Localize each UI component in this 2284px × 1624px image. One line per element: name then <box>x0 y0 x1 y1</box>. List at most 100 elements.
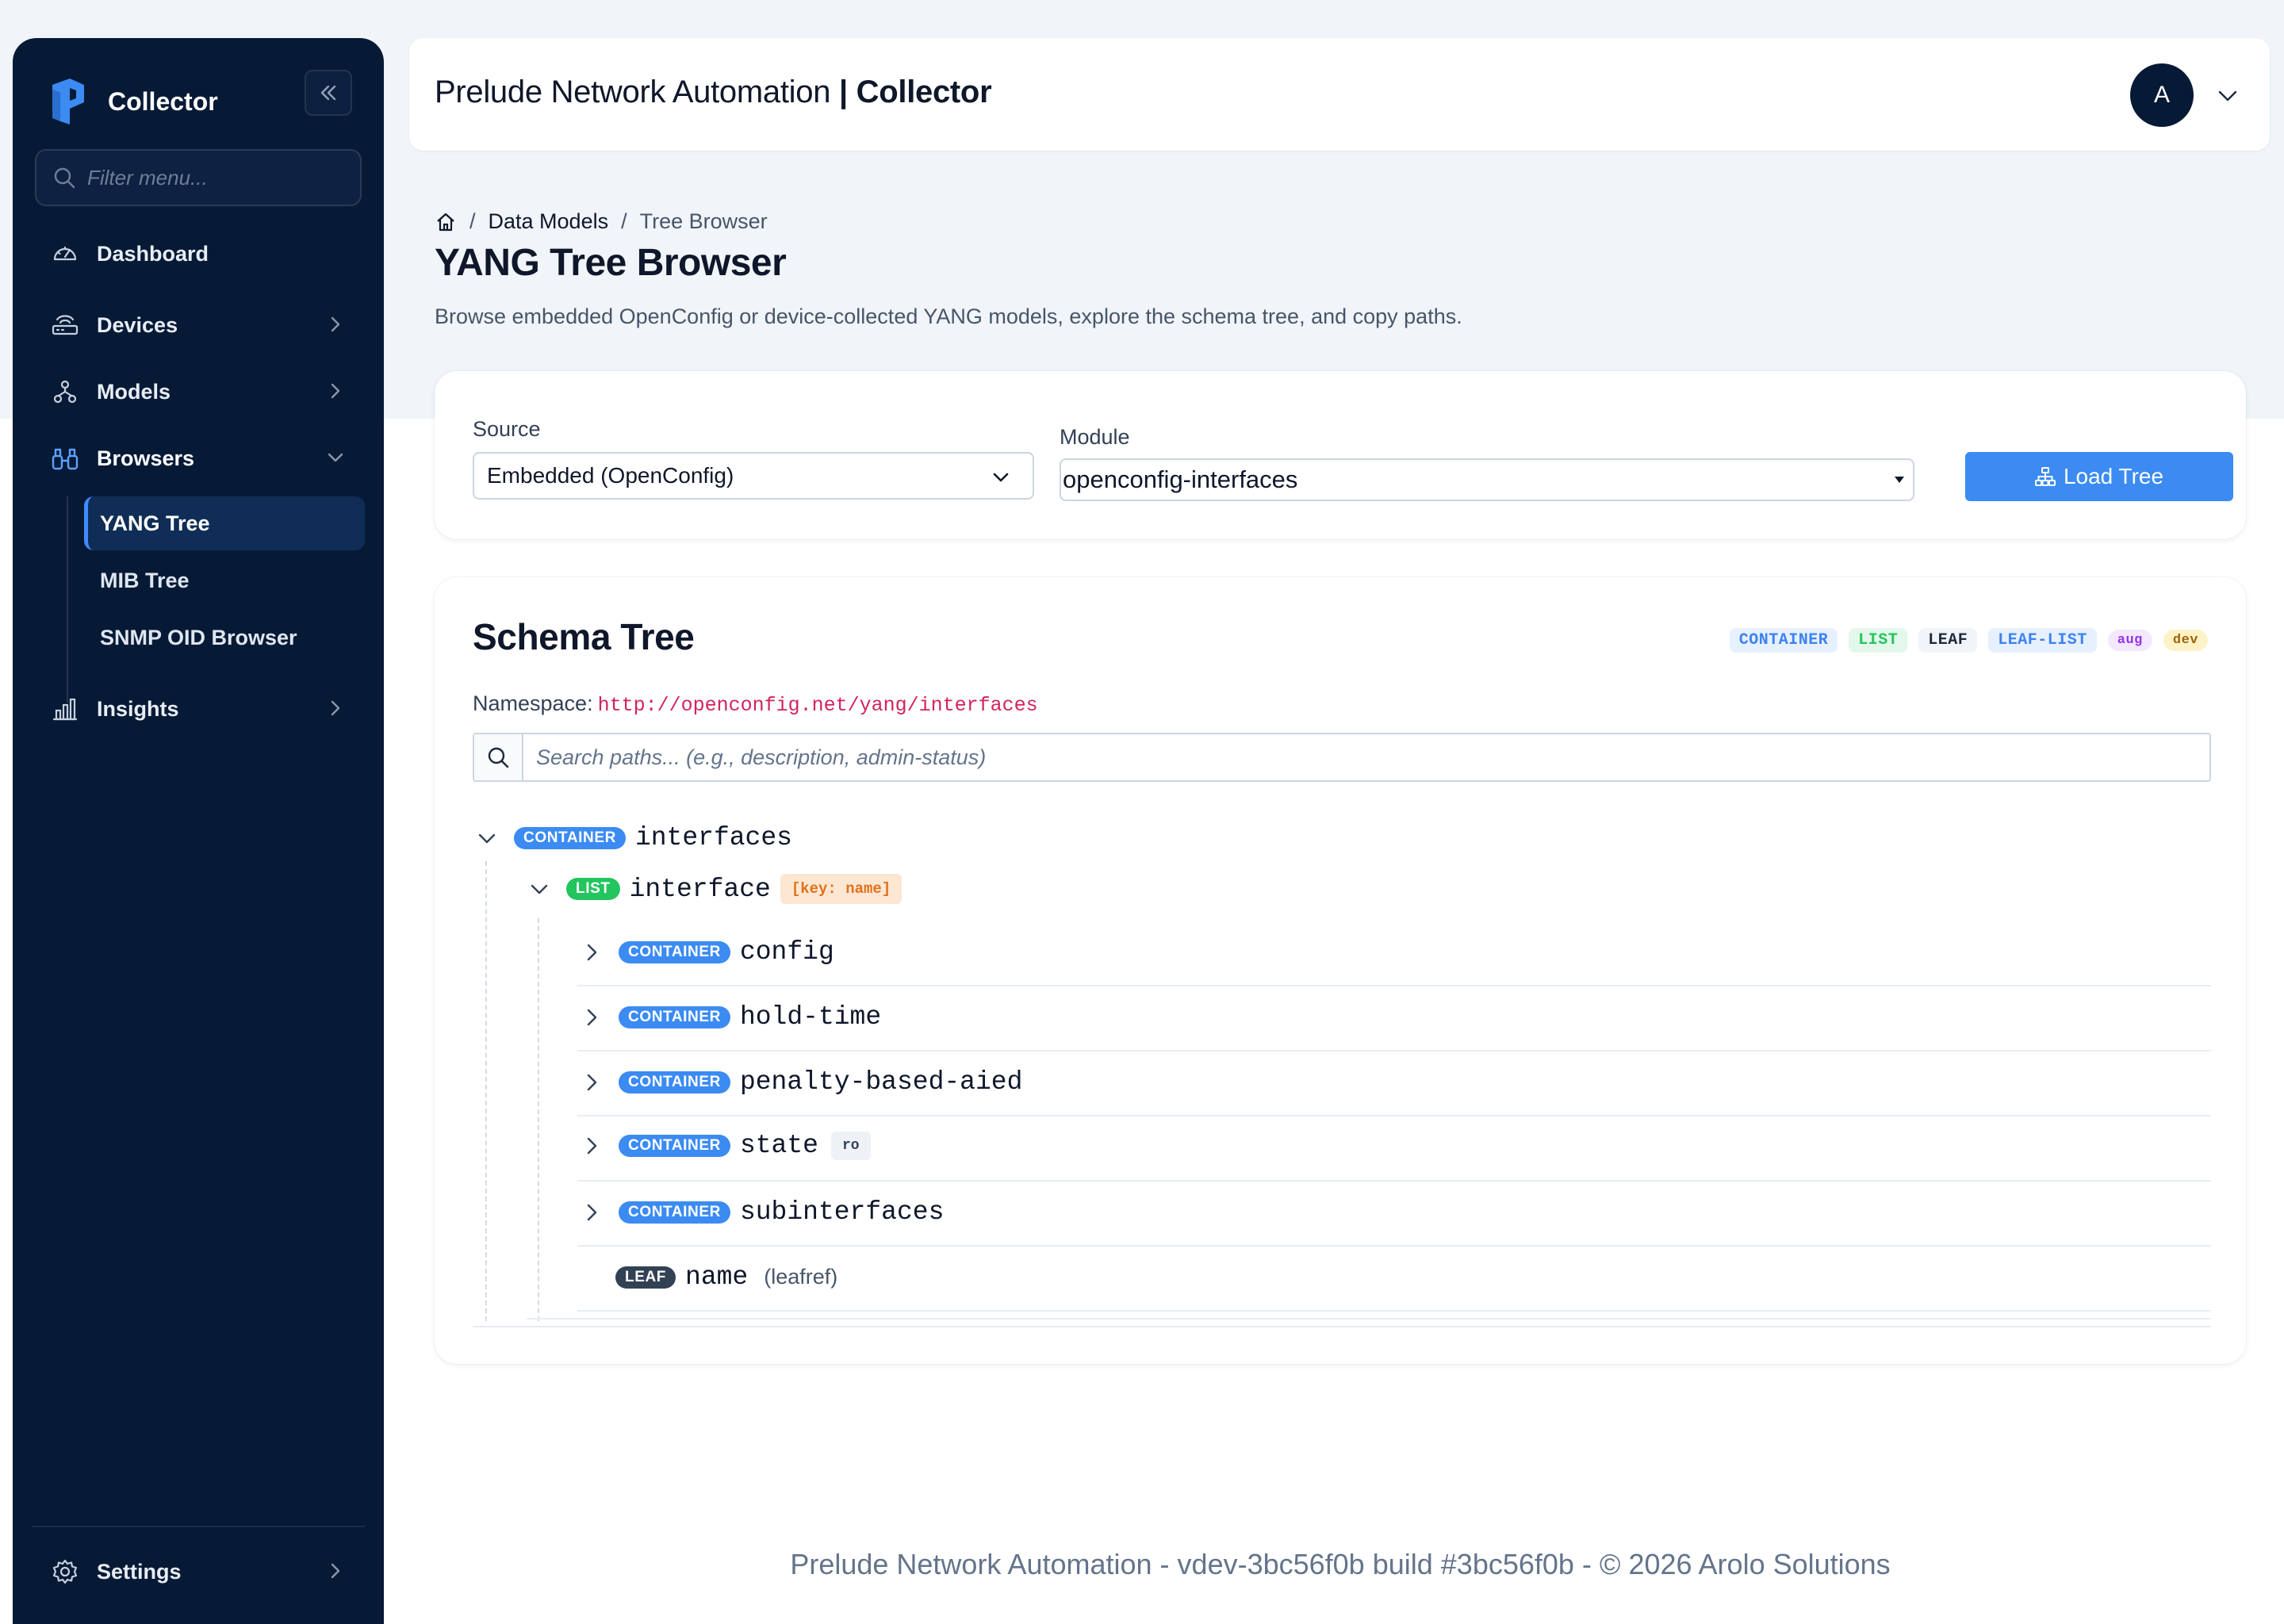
list-badge: LIST <box>566 878 620 900</box>
namespace-uri: http://openconfig.net/yang/interfaces <box>597 694 1038 717</box>
sitemap-icon <box>2034 467 2056 486</box>
sidebar-item-label: Insights <box>97 696 179 721</box>
tree-node-interface[interactable]: LIST interface [key: name] <box>528 874 902 904</box>
home-icon[interactable] <box>435 211 457 233</box>
tree-node-subinterfaces[interactable]: CONTAINER subinterfaces <box>581 1197 944 1227</box>
container-badge: CONTAINER <box>619 1071 730 1094</box>
node-name: hold-time <box>739 1002 882 1032</box>
sidebar-item-label: Devices <box>97 312 178 337</box>
chevron-right-icon[interactable] <box>581 1071 603 1094</box>
binoculars-icon <box>51 444 79 473</box>
module-select[interactable]: openconfig-interfaces <box>1060 458 1914 501</box>
legend-container: CONTAINER <box>1729 628 1838 653</box>
user-avatar[interactable]: A <box>2130 63 2194 127</box>
container-badge: CONTAINER <box>619 940 730 963</box>
hierarchy-icon <box>51 377 79 406</box>
chevron-down-icon[interactable] <box>2216 84 2240 108</box>
load-tree-button[interactable]: Load Tree <box>1965 452 2233 501</box>
sidebar-item-models[interactable]: Models <box>35 366 362 417</box>
row-divider <box>577 1050 2211 1051</box>
search-icon <box>474 734 523 780</box>
sidebar-item-dashboard[interactable]: Dashboard <box>35 228 362 279</box>
sidebar-subitem-yang-tree[interactable]: YANG Tree <box>84 496 365 550</box>
chevron-right-icon[interactable] <box>581 1006 603 1028</box>
container-badge: CONTAINER <box>619 1201 730 1224</box>
row-divider <box>473 1326 2211 1327</box>
node-name: interface <box>629 874 771 904</box>
node-name: subinterfaces <box>739 1197 945 1227</box>
sidebar-subitem-snmp-oid-browser[interactable]: SNMP OID Browser <box>84 611 365 665</box>
chevron-right-icon[interactable] <box>581 1135 603 1157</box>
chevron-right-icon[interactable] <box>581 1201 603 1224</box>
schema-tree-card: Schema Tree CONTAINER LIST LEAF LEAF-LIS… <box>435 577 2246 1364</box>
breadcrumb-separator: / <box>621 209 627 233</box>
chevron-right-icon[interactable] <box>581 941 603 963</box>
tree-node-config[interactable]: CONTAINER config <box>581 937 834 967</box>
tree-node-state[interactable]: CONTAINER state ro <box>581 1131 871 1160</box>
row-divider <box>577 1115 2211 1116</box>
chevron-right-icon <box>331 383 340 399</box>
collector-logo-icon <box>52 79 84 124</box>
container-badge: CONTAINER <box>619 1134 730 1157</box>
node-name: interfaces <box>634 823 792 852</box>
sidebar-divider <box>32 1526 365 1527</box>
submenu-rail <box>67 496 68 703</box>
source-select[interactable]: Embedded (OpenConfig) <box>473 452 1034 500</box>
collapse-sidebar-button[interactable] <box>305 70 352 116</box>
sidebar-item-devices[interactable]: Devices <box>35 300 362 350</box>
legend-leaf-list: LEAF-LIST <box>1988 628 2097 653</box>
page-title: YANG Tree Browser <box>435 242 787 284</box>
legend-list: LIST <box>1849 628 1908 653</box>
tree-guide-line <box>538 918 539 1321</box>
filter-placeholder: Filter menu... <box>87 165 208 190</box>
bar-chart-icon <box>51 695 79 723</box>
module-label: Module <box>1060 425 1130 449</box>
legend-aug: aug <box>2107 630 2152 651</box>
search-placeholder: Search paths... (e.g., description, admi… <box>536 745 987 769</box>
sidebar-item-label: Models <box>97 379 171 404</box>
router-icon <box>51 311 79 339</box>
source-value: Embedded (OpenConfig) <box>487 463 734 488</box>
chevron-down-icon <box>328 453 343 462</box>
brand[interactable]: Collector <box>49 68 218 135</box>
source-label: Source <box>473 417 541 441</box>
filter-menu-input[interactable]: Filter menu... <box>35 149 362 206</box>
row-divider <box>577 1180 2211 1182</box>
top-header: Prelude Network Automation | Collector A <box>409 38 2270 151</box>
leaf-badge: LEAF <box>615 1266 676 1289</box>
row-divider <box>527 1318 2211 1320</box>
node-name: config <box>739 937 834 967</box>
breadcrumb-current: Tree Browser <box>639 209 768 233</box>
sidebar-subitem-mib-tree[interactable]: MIB Tree <box>84 553 365 607</box>
breadcrumb-data-models[interactable]: Data Models <box>489 209 609 234</box>
container-badge: CONTAINER <box>514 826 626 849</box>
sidebar-item-browsers[interactable]: Browsers <box>35 433 362 484</box>
load-tree-label: Load Tree <box>2063 464 2164 488</box>
node-name: name <box>685 1262 749 1292</box>
search-paths-input[interactable]: Search paths... (e.g., description, admi… <box>473 733 2211 782</box>
tree-node-hold-time[interactable]: CONTAINER hold-time <box>581 1002 881 1032</box>
leaf-type: (leafref) <box>764 1265 838 1289</box>
double-chevron-left-icon <box>320 85 336 101</box>
schema-tree-title: Schema Tree <box>473 616 695 657</box>
app-title-product: Collector <box>856 75 992 109</box>
breadcrumb-separator: / <box>469 209 476 233</box>
tree-node-name[interactable]: LEAF name (leafref) <box>615 1262 837 1292</box>
app-title: Prelude Network Automation | Collector <box>435 75 992 110</box>
container-badge: CONTAINER <box>619 1005 730 1028</box>
chevron-down-icon[interactable] <box>476 827 498 849</box>
chevron-right-icon <box>331 700 340 716</box>
chevron-down-icon[interactable] <box>528 878 550 900</box>
legend-leaf: LEAF <box>1918 628 1978 653</box>
list-key-tag: [key: name] <box>780 874 902 904</box>
tree-node-penalty-based-aied[interactable]: CONTAINER penalty-based-aied <box>581 1067 1022 1097</box>
namespace: Namespace: http://openconfig.net/yang/int… <box>473 691 1038 717</box>
app-title-separator: | <box>830 75 856 109</box>
gauge-icon <box>51 239 79 268</box>
row-divider <box>577 1245 2211 1247</box>
sidebar-item-insights[interactable]: Insights <box>35 684 362 734</box>
tree-guide-line <box>485 861 487 1321</box>
app-title-bold: | Collector <box>830 75 992 109</box>
tree-node-interfaces[interactable]: CONTAINER interfaces <box>476 823 792 852</box>
search-icon <box>54 167 75 189</box>
